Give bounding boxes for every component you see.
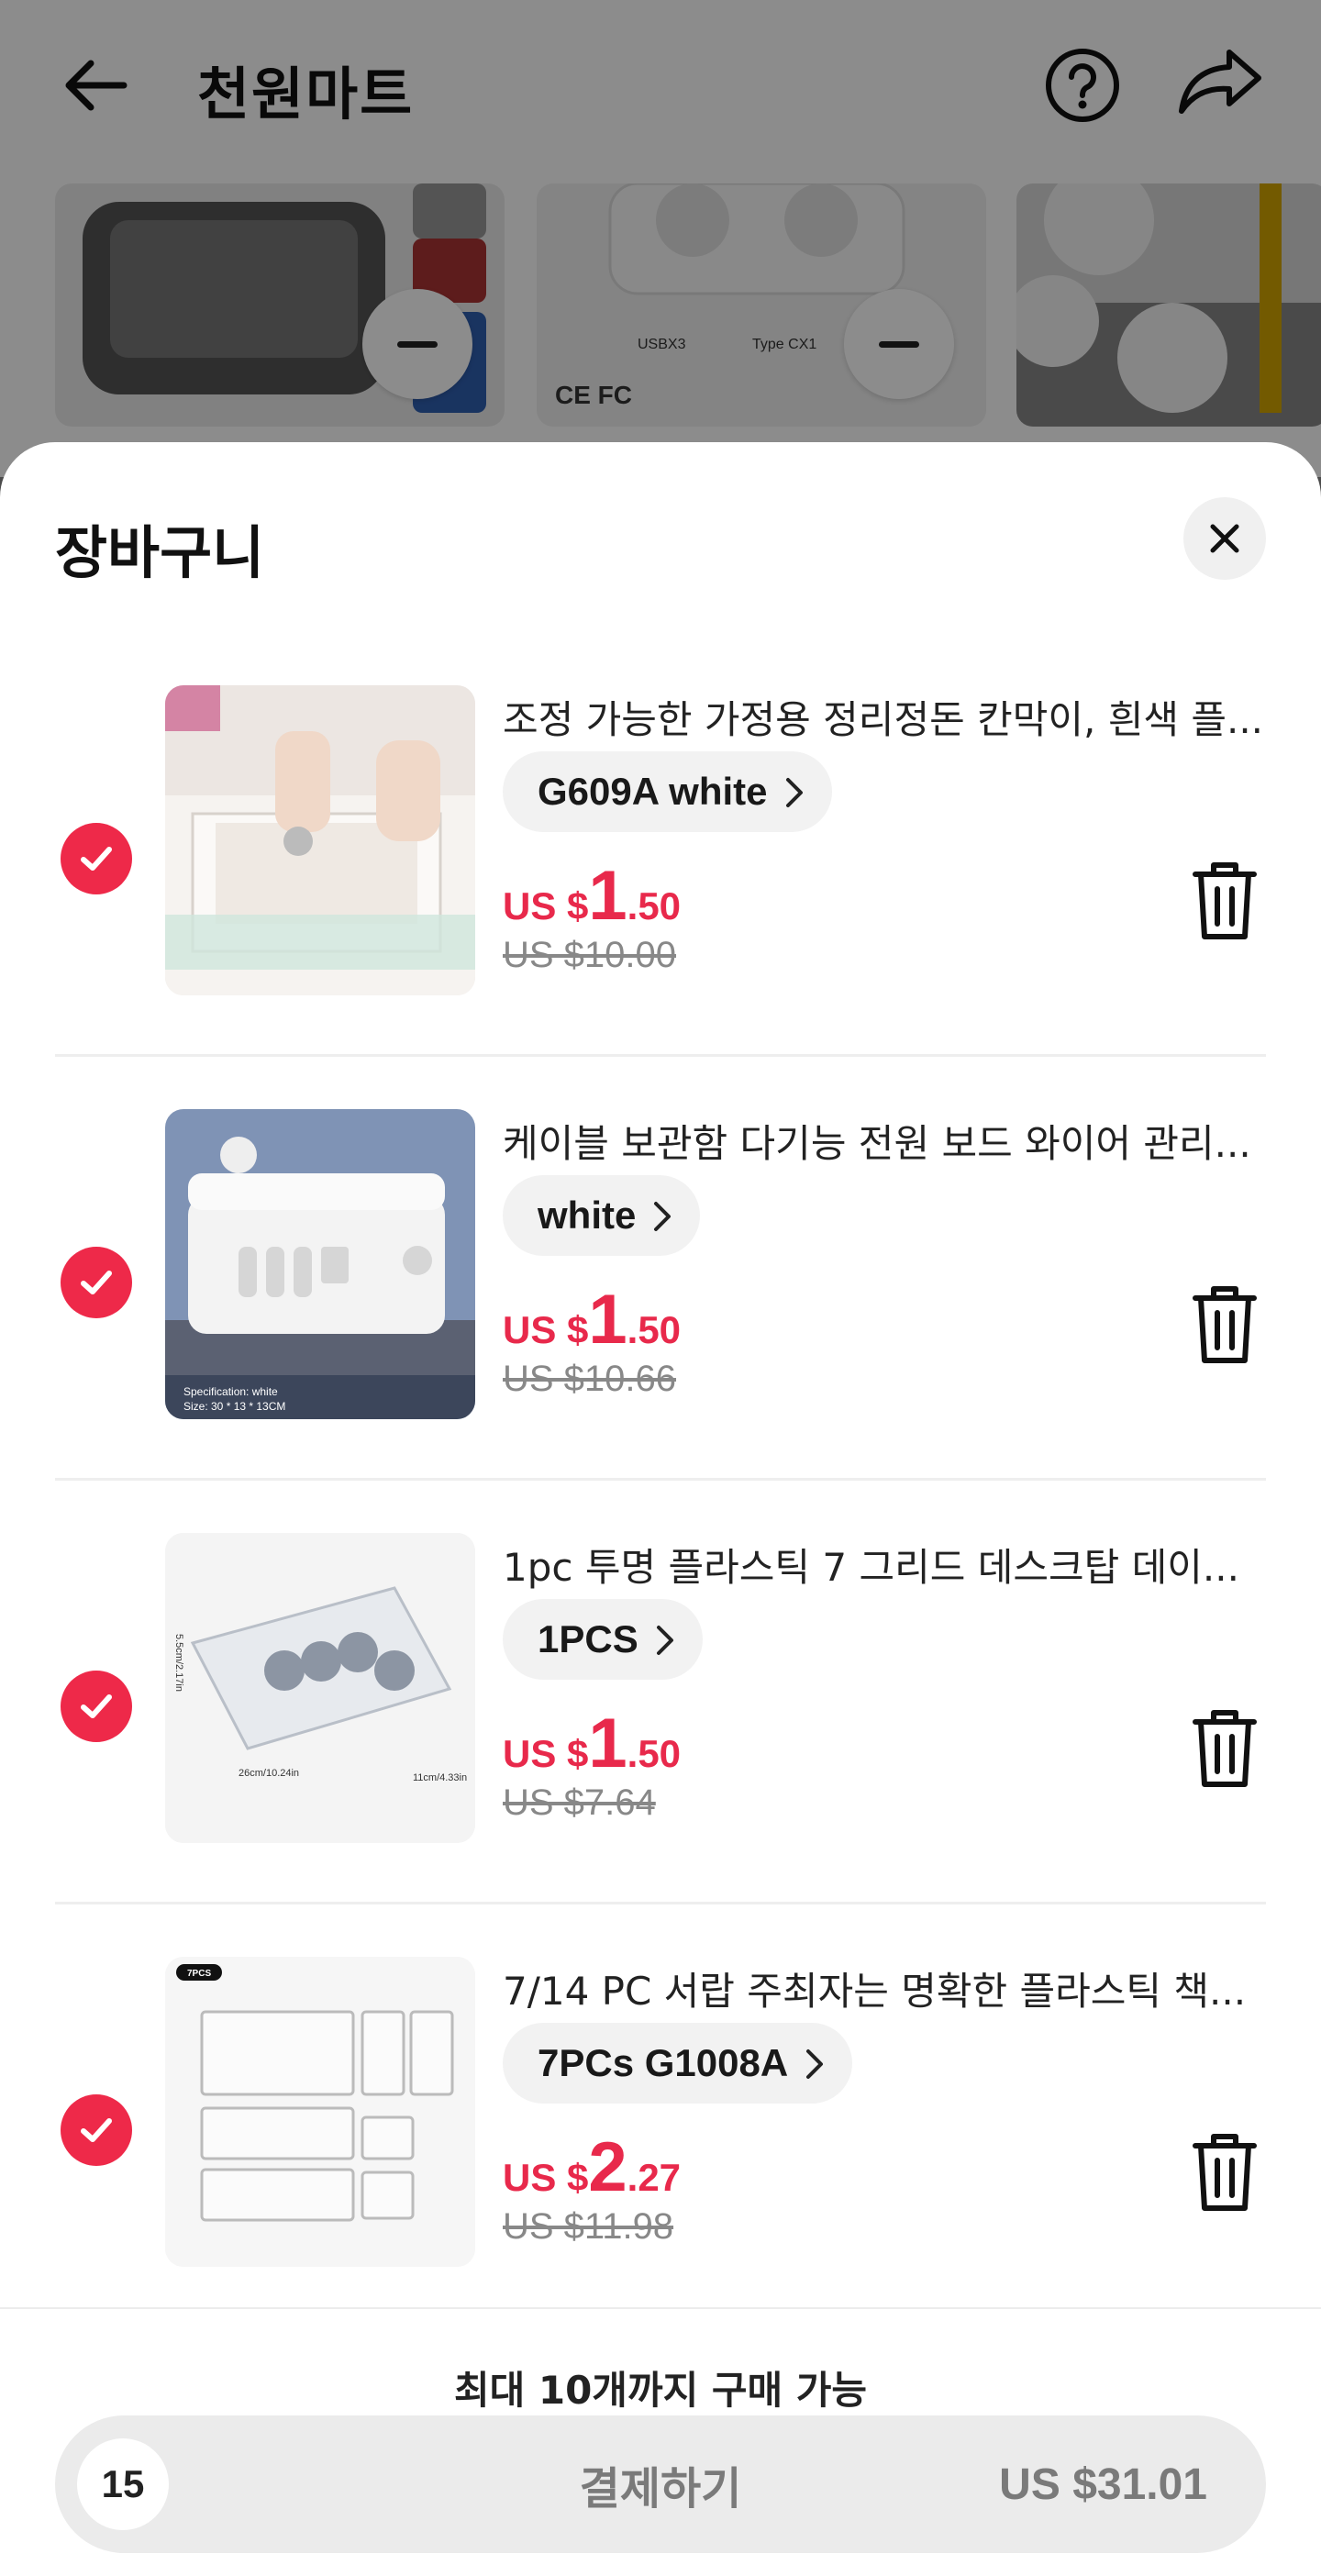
chevron-right-icon — [656, 1626, 673, 1655]
divider — [55, 1478, 1266, 1481]
item-checkbox[interactable] — [61, 2094, 132, 2166]
original-price: US $10.00 — [503, 935, 677, 975]
product-image[interactable]: Specification: white Size: 30 * 13 * 13C… — [165, 1109, 475, 1419]
cart-item: 조정 가능한 가정용 정리정돈 칸막이, 흰색 플... G609A white… — [0, 685, 1321, 1107]
original-price: US $10.66 — [503, 1359, 677, 1399]
variant-label: G609A white — [538, 770, 768, 813]
checkmark-icon — [81, 1694, 112, 1718]
image-caption: Specification: white — [183, 1385, 278, 1398]
image-badge: 7PCS — [187, 1969, 211, 1979]
variant-label: white — [538, 1194, 637, 1237]
cart-item: 26cm/10.24in 11cm/4.33in 5.5cm/2.17in 1p… — [0, 1533, 1321, 1955]
checkout-button[interactable]: 결제하기 15 US $31.01 — [55, 2415, 1266, 2553]
sale-price: US $1.50 — [503, 857, 682, 935]
item-checkbox[interactable] — [61, 1671, 132, 1742]
item-checkbox[interactable] — [61, 1247, 132, 1318]
checkmark-icon — [81, 847, 112, 871]
image-dimension: 11cm/4.33in — [413, 1772, 467, 1783]
original-price: US $11.98 — [503, 2206, 674, 2247]
image-caption: Size: 30 * 13 * 13CM — [183, 1400, 285, 1413]
chevron-right-icon — [785, 778, 803, 807]
variant-selector[interactable]: G609A white — [503, 751, 832, 832]
product-image[interactable]: 7PCS — [165, 1957, 475, 2267]
close-button[interactable] — [1183, 497, 1266, 580]
divider — [55, 1054, 1266, 1057]
original-price: US $7.64 — [503, 1782, 656, 1823]
sale-price: US $1.50 — [503, 1704, 682, 1782]
image-dimension: 26cm/10.24in — [239, 1768, 299, 1779]
product-name[interactable]: 7/14 PC 서랍 주최자는 명확한 플라스틱 책... — [503, 1960, 1266, 2016]
trash-icon[interactable] — [1188, 1283, 1261, 1366]
product-name[interactable]: 조정 가능한 가정용 정리정돈 칸막이, 흰색 플... — [503, 689, 1266, 745]
product-name[interactable]: 1pc 투명 플라스틱 7 그리드 데스크탑 데이... — [503, 1537, 1266, 1593]
trash-icon[interactable] — [1188, 1707, 1261, 1790]
cart-item: Specification: white Size: 30 * 13 * 13C… — [0, 1109, 1321, 1531]
divider — [55, 1902, 1266, 1904]
trash-icon[interactable] — [1188, 2131, 1261, 2214]
sale-price: US $2.27 — [503, 2128, 682, 2206]
variant-label: 1PCS — [538, 1617, 638, 1660]
cart-title: 장바구니 — [55, 519, 265, 586]
purchase-limit-text: 최대 10개까지 구매 가능 — [453, 2368, 868, 2413]
item-checkbox[interactable] — [61, 823, 132, 894]
variant-label: 7PCs G1008A — [538, 2041, 789, 2084]
variant-selector[interactable]: 7PCs G1008A — [503, 2023, 853, 2104]
variant-selector[interactable]: white — [503, 1175, 701, 1256]
checkmark-icon — [81, 1271, 112, 1294]
close-icon — [1210, 524, 1239, 553]
chevron-right-icon — [806, 2049, 824, 2079]
cart-quantity-badge: 15 — [77, 2438, 169, 2530]
trash-icon[interactable] — [1188, 860, 1261, 942]
chevron-right-icon — [654, 1202, 672, 1231]
cart-sheet: 장바구니 조정 가능한 가정용 정리정돈 칸막이, 흰색 플... G609A … — [0, 442, 1321, 2576]
product-image[interactable]: 26cm/10.24in 11cm/4.33in 5.5cm/2.17in — [165, 1533, 475, 1843]
product-name[interactable]: 케이블 보관함 다기능 전원 보드 와이어 관리... — [503, 1113, 1266, 1169]
checkout-total: US $31.01 — [999, 2459, 1207, 2509]
product-image[interactable] — [165, 685, 475, 995]
image-dimension: 5.5cm/2.17in — [173, 1634, 184, 1692]
variant-selector[interactable]: 1PCS — [503, 1599, 703, 1680]
checkmark-icon — [81, 2118, 112, 2142]
checkout-footer: 최대 10개까지 구매 가능 결제하기 15 US $31.01 — [0, 2307, 1321, 2576]
sale-price: US $1.50 — [503, 1281, 682, 1359]
